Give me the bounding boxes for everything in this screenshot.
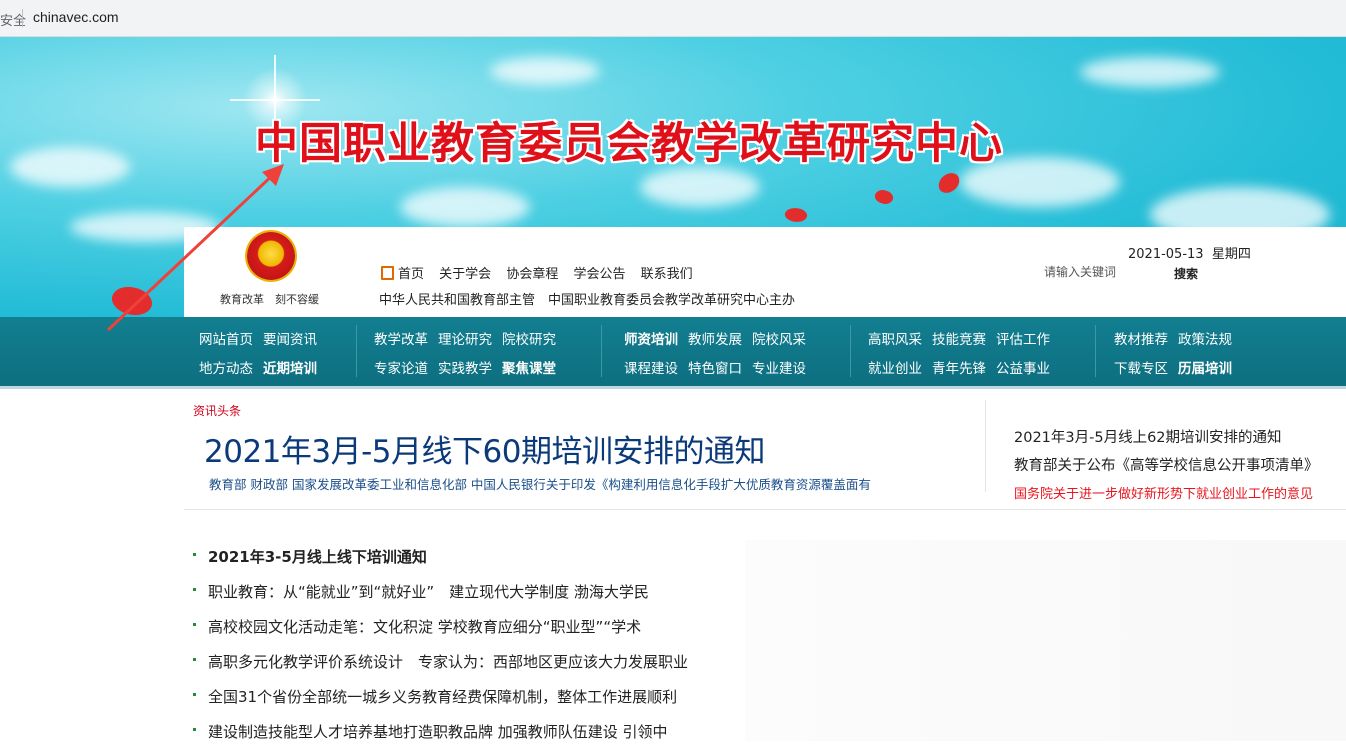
nav-item[interactable]: 专家论道: [374, 357, 428, 377]
section-divider: [184, 509, 1346, 510]
header-nav-home[interactable]: 首页: [381, 266, 425, 282]
header-nav-charter[interactable]: 协会章程: [506, 267, 558, 282]
list-item-label: 高校校园文化活动走笔：文化积淀 学校教育应细分“职业型”“学术: [208, 618, 642, 636]
nav-item[interactable]: 地方动态: [199, 357, 253, 377]
faded-image: [745, 540, 1346, 741]
bullet-icon: [193, 658, 196, 661]
nav-item[interactable]: 专业建设: [752, 357, 806, 377]
list-item[interactable]: 建设制造技能型人才培养基地打造职教品牌 加强教师队伍建设 引领中: [193, 721, 688, 756]
list-item[interactable]: 高校校园文化活动走笔：文化积淀 学校教育应细分“职业型”“学术: [193, 616, 688, 651]
banner-title: 中国职业教育委员会教学改革研究中心: [255, 119, 1003, 169]
bullet-icon: [193, 588, 196, 591]
nav-item[interactable]: 网站首页: [199, 328, 253, 348]
nav-item[interactable]: 教师发展: [688, 328, 742, 348]
header-nav-notices[interactable]: 学会公告: [573, 267, 625, 282]
list-item[interactable]: 全国31个省份全部统一城乡义务教育经费保障机制，整体工作进展顺利: [193, 686, 688, 721]
nav-item[interactable]: 下载专区: [1114, 357, 1168, 377]
header-sponsor-text: 中华人民共和国教育部主管 中国职业教育委员会教学改革研究中心主办: [379, 293, 796, 308]
nav-item[interactable]: 公益事业: [996, 357, 1050, 377]
nav-item[interactable]: 要闻资讯: [263, 328, 317, 348]
nav-item[interactable]: 近期培训: [263, 357, 317, 377]
headline-subtitle[interactable]: 教育部 财政部 国家发展改革委工业和信息化部 中国人民银行关于印发《构建利用信息…: [209, 474, 955, 493]
nav-item[interactable]: 实践教学: [438, 357, 492, 377]
nav-divider: [1095, 325, 1096, 377]
cloud: [10, 147, 130, 187]
list-item-label: 建设制造技能型人才培养基地打造职教品牌 加强教师队伍建设 引领中: [208, 723, 668, 741]
side-link[interactable]: 国务院关于进一步做好新形势下就业创业工作的意见: [1014, 483, 1313, 502]
home-icon: [381, 266, 394, 280]
nav-item[interactable]: 课程建设: [624, 357, 678, 377]
bullet-icon: [193, 623, 196, 626]
petal-icon: [783, 205, 809, 225]
list-item-label: 2021年3-5月线上线下培训通知: [208, 548, 427, 566]
list-item-label: 全国31个省份全部统一城乡义务教育经费保障机制，整体工作进展顺利: [208, 688, 678, 706]
weekday-text: 星期四: [1211, 247, 1251, 262]
nav-item[interactable]: 教材推荐: [1114, 328, 1168, 348]
main-navbar: 网站首页 要闻资讯 地方动态 近期培训 教学改革 理论研究 院校研究 专家论道 实践教学聚…: [0, 317, 1346, 389]
nav-divider: [601, 325, 602, 377]
nav-item[interactable]: 历届培训: [1178, 357, 1232, 377]
list-item-label: 高职多元化教学评价系统设计 专家认为：西部地区更应该大力发展职业: [208, 653, 689, 671]
search-button[interactable]: 搜索: [1174, 265, 1198, 282]
headline-divider: [985, 400, 986, 492]
nav-item[interactable]: 聚焦课堂: [502, 357, 556, 377]
header-nav-contact[interactable]: 联系我们: [641, 267, 693, 282]
side-link[interactable]: 2021年3月-5月线上62期培训安排的通知: [1014, 426, 1282, 447]
nav-item[interactable]: 院校研究: [502, 328, 556, 348]
nav-item[interactable]: 技能竞赛: [932, 328, 986, 348]
nav-item[interactable]: 师资培训: [624, 328, 678, 348]
nav-item[interactable]: 理论研究: [438, 328, 492, 348]
petal-icon: [872, 186, 896, 208]
nav-item[interactable]: 高职风采: [868, 328, 922, 348]
nav-divider: [356, 325, 357, 377]
news-list: 2021年3-5月线上线下培训通知 职业教育：从“能就业”到“就好业” 建立现代…: [193, 546, 688, 756]
list-item-label: 职业教育：从“能就业”到“就好业” 建立现代大学制度 渤海大学民: [208, 583, 649, 601]
url-text[interactable]: chinavec.com: [33, 9, 119, 25]
petal-icon: [935, 170, 963, 196]
cloud: [640, 167, 760, 207]
search-input[interactable]: [1044, 265, 1154, 279]
national-emblem-icon: [247, 232, 295, 280]
list-item[interactable]: 职业教育：从“能就业”到“就好业” 建立现代大学制度 渤海大学民: [193, 581, 688, 616]
list-item[interactable]: 2021年3-5月线上线下培训通知: [193, 546, 688, 581]
side-link[interactable]: 教育部关于公布《高等学校信息公开事项清单》: [1014, 454, 1319, 475]
headline-tag: 资讯头条: [193, 404, 242, 418]
browser-address-bar[interactable]: 安全 chinavec.com: [0, 0, 1346, 37]
nav-item[interactable]: 教学改革: [374, 328, 428, 348]
nav-divider: [850, 325, 851, 377]
bullet-icon: [193, 553, 196, 556]
cloud: [490, 57, 600, 85]
nav-item[interactable]: 评估工作: [996, 328, 1050, 348]
cloud: [1080, 57, 1220, 87]
cloud: [400, 187, 530, 227]
headline-title[interactable]: 2021年3月-5月线下60期培训安排的通知: [204, 426, 765, 471]
header-nav: 首页 关于学会 协会章程 学会公告 联系我们: [381, 263, 704, 282]
bullet-icon: [193, 693, 196, 696]
nav-item[interactable]: 就业创业: [868, 357, 922, 377]
header-date: 2021-05-13 星期四: [1128, 243, 1251, 262]
nav-item[interactable]: 特色窗口: [688, 357, 742, 377]
list-item[interactable]: 高职多元化教学评价系统设计 专家认为：西部地区更应该大力发展职业: [193, 651, 688, 686]
site-header: 教育改革 刻不容缓 首页 关于学会 协会章程 学会公告 联系我们 中华人民共和国…: [184, 227, 1346, 317]
emblem-caption: 教育改革 刻不容缓: [220, 293, 319, 306]
date-text: 2021-05-13: [1128, 247, 1204, 262]
nav-item[interactable]: 政策法规: [1178, 328, 1232, 348]
bullet-icon: [193, 728, 196, 731]
address-separator: [22, 9, 23, 27]
nav-item[interactable]: 院校风采: [752, 328, 806, 348]
petal-icon: [107, 279, 157, 319]
nav-item[interactable]: 青年先锋: [932, 357, 986, 377]
header-nav-about[interactable]: 关于学会: [439, 267, 491, 282]
header-nav-home-label: 首页: [398, 267, 425, 282]
